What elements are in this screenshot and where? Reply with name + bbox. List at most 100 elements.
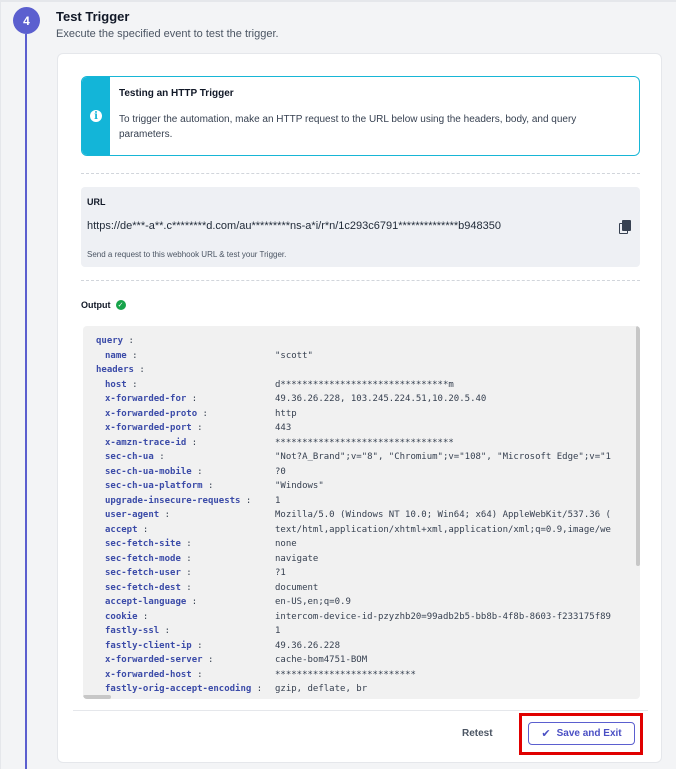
output-value: "Windows" [275,481,324,491]
step-panel: 4 Test Trigger Execute the specified eve… [0,0,676,769]
output-key: sec-fetch-user [105,568,181,578]
output-colon: : [186,394,198,404]
output-code-viewer[interactable]: query : name : "scott" headers : host : d****… [83,326,640,699]
output-value: ********************************* [275,437,454,448]
divider [81,173,640,174]
output-colon: : [126,379,138,390]
output-key: sec-fetch-site [105,539,181,549]
save-button-label: Save and Exit [556,728,622,739]
output-value: ************************** [275,669,416,680]
output-row: sec-ch-ua : "Not?A_Brand";v="8", "Chromiu… [105,450,635,464]
output-row: fastly-client-ip : 49.36.26.228 [105,639,635,653]
output-key: name [105,350,127,361]
output-value: "Not?A_Brand";v="8", "Chromium";v="108",… [275,452,611,462]
test-trigger-card: i Testing an HTTP Trigger To trigger the… [57,53,662,763]
info-callout-bar: i [82,77,110,155]
output-value: 49.36.26.228, 103.245.224.51,10.20.5.40 [275,394,487,404]
output-colon: : [126,350,138,361]
output-row: query : [96,334,626,348]
vertical-scrollbar[interactable] [636,326,640,566]
output-key: accept-language [105,597,187,607]
copy-icon[interactable] [619,220,632,234]
output-row: host : d*******************************m [105,378,635,392]
output-colon: : [191,423,203,433]
output-colon: : [137,524,149,535]
output-row: sec-fetch-dest : document [105,581,635,595]
output-row: x-forwarded-host : **********************… [105,668,635,682]
output-key: sec-ch-ua-mobile [105,466,192,477]
output-colon: : [133,365,145,375]
step-subtitle: Execute the specified event to test the … [56,28,279,40]
output-key: user-agent [105,510,160,520]
output-row: accept-language : en-US,en;q=0.9 [105,595,635,609]
output-header: Output ✓ [81,300,126,310]
output-colon: : [251,684,263,694]
output-row: x-forwarded-proto : http [105,407,635,421]
output-colon: : [180,568,192,578]
output-value: "scott" [275,350,313,361]
step-title: Test Trigger [56,9,130,24]
output-row: sec-fetch-site : none [105,537,635,551]
output-key: sec-fetch-dest [105,582,181,593]
output-row: x-forwarded-for : 49.36.26.228, 103.245.2… [105,392,635,406]
output-row: user-agent : Mozilla/5.0 (Windows NT 10.0… [105,508,635,522]
divider [81,280,640,281]
output-key: sec-ch-ua-platform [105,481,203,491]
output-colon: : [159,626,171,636]
output-value: navigate [275,553,319,564]
output-colon: : [153,452,165,462]
timeline-line [25,34,27,769]
output-colon: : [180,539,192,549]
output-row: sec-fetch-user : ?1 [105,566,635,580]
output-key: x-forwarded-for [105,394,187,404]
save-and-exit-button[interactable]: ✔ Save and Exit [528,722,635,745]
info-body: To trigger the automation, make an HTTP … [119,114,577,140]
check-icon: ✔ [541,728,551,740]
output-colon: : [202,481,214,491]
output-row: x-forwarded-server : cache-bom4751-BOM [105,653,635,667]
output-colon: : [180,582,192,593]
info-callout: i Testing an HTTP Trigger To trigger the… [81,76,640,156]
output-value: 49.36.26.228 [275,640,341,651]
output-row: upgrade-insecure-requests : 1 [105,494,635,508]
webhook-url[interactable]: https://de***-a**.c********d.com/au*****… [87,220,501,232]
output-colon: : [159,510,171,520]
output-key: accept [105,524,138,535]
output-key: sec-ch-ua [105,452,154,462]
output-value: text/html,application/xhtml+xml,applicat… [275,524,611,535]
retest-button[interactable]: Retest [462,728,493,739]
output-colon: : [186,437,198,448]
output-colon: : [137,611,149,622]
output-value: 1 [275,626,281,636]
output-value: d*******************************m [275,379,454,390]
output-value: 1 [275,495,281,506]
output-value: en-US,en;q=0.9 [275,597,351,607]
output-label: Output [81,300,111,310]
info-title: Testing an HTTP Trigger [119,88,234,99]
output-key: x-forwarded-host [105,669,192,680]
output-row: name : "scott" [105,349,635,363]
output-colon: : [191,466,203,477]
footer-divider [73,710,648,711]
output-key: query [96,336,124,346]
output-row: sec-ch-ua-mobile : ?0 [105,465,635,479]
output-value: 443 [275,423,292,433]
output-key: fastly-orig-accept-encoding [105,684,252,694]
output-colon: : [202,655,214,665]
output-key: x-forwarded-server [105,655,203,665]
output-value: cache-bom4751-BOM [275,655,368,665]
output-colon: : [123,336,134,346]
output-colon: : [197,408,208,419]
output-colon: : [191,640,203,651]
output-colon: : [186,597,198,607]
output-row: x-amzn-trace-id : ***********************… [105,436,635,450]
output-key: fastly-ssl [105,626,160,636]
output-row: sec-fetch-mode : navigate [105,552,635,566]
output-value: intercom-device-id-pzyzhb20=99adb2b5-bb8… [275,611,611,622]
output-key: x-amzn-trace-id [105,437,187,448]
output-row: sec-ch-ua-platform : "Windows" [105,479,635,493]
output-row: x-forwarded-port : 443 [105,421,635,435]
output-key: sec-fetch-mode [105,553,181,564]
output-colon: : [191,669,203,680]
output-value: Mozilla/5.0 (Windows NT 10.0; Win64; x64… [275,510,611,520]
